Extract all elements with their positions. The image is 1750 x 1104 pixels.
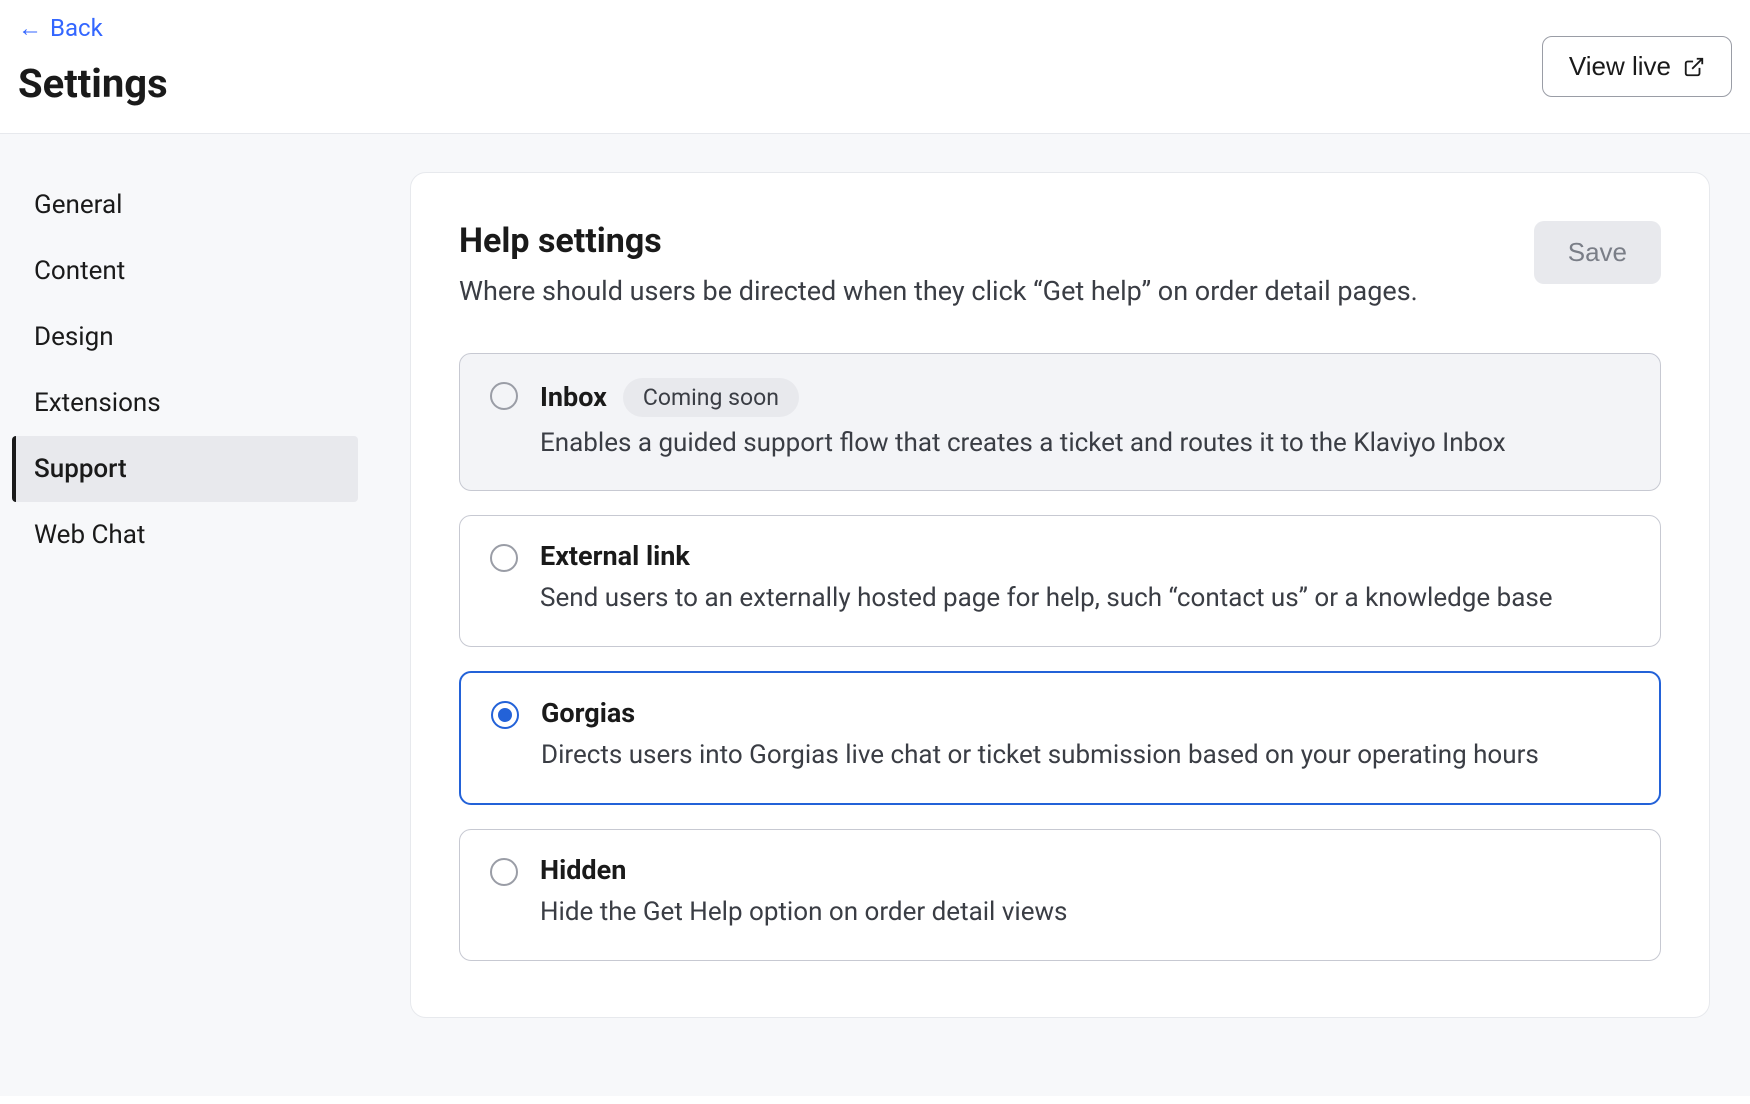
sidebar-item-web-chat[interactable]: Web Chat xyxy=(12,502,358,568)
radio-hidden[interactable] xyxy=(490,858,518,886)
sidebar-item-content[interactable]: Content xyxy=(12,238,358,304)
card-title: Help settings xyxy=(459,221,1534,261)
card-title-block: Help settings Where should users be dire… xyxy=(459,221,1534,311)
back-link[interactable]: ← Back xyxy=(18,14,103,42)
option-title: Hidden xyxy=(540,854,626,886)
sidebar-item-label: Support xyxy=(34,454,127,484)
card-subtitle: Where should users be directed when they… xyxy=(459,273,1534,311)
option-content: External link Send users to an externall… xyxy=(540,540,1630,618)
sidebar-item-label: Content xyxy=(34,256,125,286)
header-left: ← Back Settings xyxy=(18,14,168,107)
option-inbox: Inbox Coming soon Enables a guided suppo… xyxy=(459,353,1661,492)
view-live-label: View live xyxy=(1569,51,1671,82)
page-header: ← Back Settings View live xyxy=(0,0,1750,134)
sidebar-item-label: Design xyxy=(34,322,114,352)
option-hidden[interactable]: Hidden Hide the Get Help option on order… xyxy=(459,829,1661,961)
option-title-row: Gorgias xyxy=(541,697,1629,729)
radio-external-link[interactable] xyxy=(490,544,518,572)
option-content: Gorgias Directs users into Gorgias live … xyxy=(541,697,1629,775)
sidebar-item-label: General xyxy=(34,190,122,220)
body-wrap: General Content Design Extensions Suppor… xyxy=(0,134,1750,1096)
external-link-icon xyxy=(1683,56,1705,78)
option-gorgias[interactable]: Gorgias Directs users into Gorgias live … xyxy=(459,671,1661,805)
option-title-row: External link xyxy=(540,540,1630,572)
sidebar-item-label: Extensions xyxy=(34,388,161,418)
card-header: Help settings Where should users be dire… xyxy=(459,221,1661,311)
option-external-link[interactable]: External link Send users to an externall… xyxy=(459,515,1661,647)
coming-soon-badge: Coming soon xyxy=(623,378,799,417)
sidebar-item-design[interactable]: Design xyxy=(12,304,358,370)
page-title: Settings xyxy=(18,60,168,107)
option-description: Directs users into Gorgias live chat or … xyxy=(541,737,1629,775)
radio-inbox xyxy=(490,382,518,410)
sidebar-item-extensions[interactable]: Extensions xyxy=(12,370,358,436)
help-settings-card: Help settings Where should users be dire… xyxy=(410,172,1710,1018)
save-button[interactable]: Save xyxy=(1534,221,1661,284)
sidebar-item-label: Web Chat xyxy=(34,520,145,550)
arrow-left-icon: ← xyxy=(18,16,42,40)
option-title: Inbox xyxy=(540,381,607,413)
view-live-button[interactable]: View live xyxy=(1542,36,1732,97)
option-title-row: Hidden xyxy=(540,854,1630,886)
option-title: External link xyxy=(540,540,690,572)
option-content: Inbox Coming soon Enables a guided suppo… xyxy=(540,378,1630,463)
option-description: Enables a guided support flow that creat… xyxy=(540,425,1630,463)
sidebar-item-general[interactable]: General xyxy=(12,172,358,238)
option-description: Hide the Get Help option on order detail… xyxy=(540,894,1630,932)
option-description: Send users to an externally hosted page … xyxy=(540,580,1630,618)
settings-content: Help settings Where should users be dire… xyxy=(370,134,1750,1096)
sidebar-item-support[interactable]: Support xyxy=(12,436,358,502)
option-content: Hidden Hide the Get Help option on order… xyxy=(540,854,1630,932)
radio-gorgias[interactable] xyxy=(491,701,519,729)
option-title-row: Inbox Coming soon xyxy=(540,378,1630,417)
option-title: Gorgias xyxy=(541,697,635,729)
back-label: Back xyxy=(50,14,103,42)
settings-sidebar: General Content Design Extensions Suppor… xyxy=(0,134,370,1096)
